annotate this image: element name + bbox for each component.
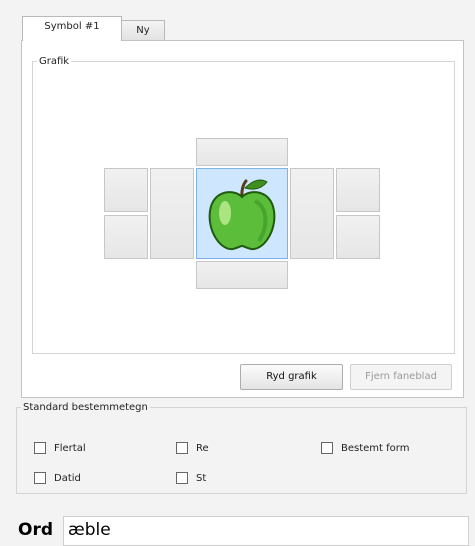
symbol-cell-far-right-bottom[interactable] <box>336 215 380 259</box>
symbol-cell-left[interactable] <box>150 168 194 259</box>
checkbox-label: Flertal <box>54 442 86 454</box>
tab-ny[interactable]: Ny <box>121 20 165 41</box>
checkbox-re[interactable]: Re <box>176 442 209 454</box>
remove-tab-button[interactable]: Fjern faneblad <box>350 364 452 390</box>
checkbox-st[interactable]: St <box>176 472 206 484</box>
checkbox-bestemt-form[interactable]: Bestemt form <box>321 442 409 454</box>
symbol-cell-bottom[interactable] <box>196 261 288 289</box>
checkbox-label: Datid <box>54 472 81 484</box>
tab-label: Ny <box>136 25 150 36</box>
checkbox-label: Bestemt form <box>341 442 410 454</box>
green-apple-icon <box>208 179 276 251</box>
symbol-cell-far-right-top[interactable] <box>336 168 380 212</box>
checkbox-datid[interactable]: Datid <box>34 472 81 484</box>
determiners-group-title: Standard bestemmetegn <box>23 402 148 413</box>
word-input[interactable]: æble <box>63 516 469 546</box>
graphics-group-title: Grafik <box>39 56 70 67</box>
checkbox-box[interactable] <box>34 472 46 484</box>
checkbox-label: Re <box>196 442 209 454</box>
checkbox-box[interactable] <box>176 472 188 484</box>
symbol-cell-far-left-top[interactable] <box>104 168 148 212</box>
tab-symbol-1[interactable]: Symbol #1 <box>22 16 122 41</box>
word-label: Ord <box>18 520 54 540</box>
checkbox-box[interactable] <box>321 442 333 454</box>
symbol-cell-top[interactable] <box>196 138 288 166</box>
checkbox-label: St <box>196 472 207 484</box>
symbol-cell-center[interactable] <box>196 168 288 259</box>
clear-graphics-button[interactable]: Ryd grafik <box>240 364 343 390</box>
symbol-cell-far-left-bottom[interactable] <box>104 215 148 259</box>
checkbox-box[interactable] <box>34 442 46 454</box>
tab-label: Symbol #1 <box>44 21 100 32</box>
symbol-cell-right[interactable] <box>290 168 334 259</box>
checkbox-box[interactable] <box>176 442 188 454</box>
checkbox-flertal[interactable]: Flertal <box>34 442 86 454</box>
